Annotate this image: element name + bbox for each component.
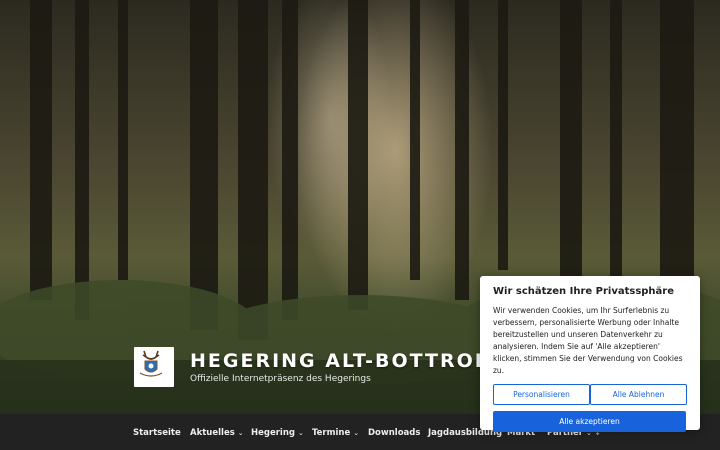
- nav-item-termine[interactable]: Termine ⌄: [312, 428, 359, 438]
- site-title[interactable]: HEGERING ALT-BOTTROP: [190, 350, 491, 372]
- nav-item-label: Aktuelles: [190, 428, 235, 438]
- nav-item-label: Termine: [312, 428, 351, 438]
- nav-item-hegering[interactable]: Hegering ⌄: [251, 428, 304, 438]
- reject-all-button[interactable]: Alle Ablehnen: [590, 384, 687, 405]
- chevron-down-icon: ⌄: [353, 429, 360, 437]
- cookie-banner-title: Wir schätzen Ihre Privatssphäre: [493, 286, 675, 297]
- cookie-banner-text: Wir verwenden Cookies, um Ihr Surferlebn…: [493, 306, 683, 375]
- customize-button[interactable]: Personalisieren: [493, 384, 590, 405]
- nav-item-startseite[interactable]: Startseite: [133, 428, 181, 438]
- cookie-consent-banner: Wir schätzen Ihre Privatssphäre Wir verw…: [480, 276, 700, 432]
- nav-item-aktuelles[interactable]: Aktuelles ⌄: [190, 428, 244, 438]
- nav-item-label: Startseite: [133, 428, 181, 438]
- chevron-down-icon: ⌄: [297, 429, 304, 437]
- site-tagline: Offizielle Internetpräsenz des Hegerings: [190, 374, 371, 384]
- nav-item-label: Hegering: [251, 428, 295, 438]
- chevron-down-icon: ⌄: [237, 429, 244, 437]
- deer-antler-crest-icon[interactable]: [134, 347, 174, 387]
- nav-item-downloads[interactable]: Downloads: [368, 428, 420, 438]
- site-branding: HEGERING ALT-BOTTROP Offizielle Internet…: [134, 347, 491, 387]
- accept-all-button[interactable]: Alle akzeptieren: [493, 411, 686, 432]
- nav-item-label: Downloads: [368, 428, 421, 438]
- cookie-button-row: Personalisieren Alle Ablehnen: [493, 384, 687, 405]
